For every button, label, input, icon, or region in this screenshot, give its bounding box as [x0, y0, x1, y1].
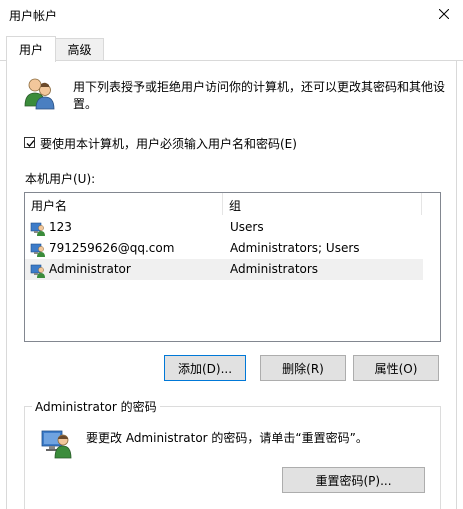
- window-title: 用户帐户: [9, 9, 58, 23]
- require-login-label[interactable]: 要使用本计算机，用户必须输入用户名和密码(E): [40, 135, 297, 152]
- tab-advanced[interactable]: 高级: [56, 38, 104, 60]
- password-groupbox: [24, 406, 441, 509]
- delete-user-button[interactable]: 删除(R): [260, 355, 346, 381]
- close-button[interactable]: [428, 2, 460, 26]
- column-divider[interactable]: [421, 193, 422, 215]
- password-group-title: Administrator 的密码: [32, 398, 160, 415]
- column-header-username[interactable]: 用户名: [31, 197, 67, 214]
- table-row[interactable]: 123 Users: [25, 217, 423, 238]
- local-users-label: 本机用户(U):: [25, 172, 96, 186]
- column-divider[interactable]: [222, 193, 223, 215]
- table-row[interactable]: 791259626@qq.com Administrators; Users: [25, 238, 423, 259]
- user-monitor-icon: [40, 425, 74, 459]
- require-login-checkbox[interactable]: [24, 137, 35, 148]
- user-icon: [30, 222, 45, 236]
- checkmark-icon: [26, 140, 35, 147]
- row-group: Administrators: [230, 262, 319, 276]
- users-icon: [22, 76, 56, 110]
- table-row-selected[interactable]: Administrator Administrators: [25, 259, 423, 280]
- title-bar: [0, 0, 463, 30]
- intro-description: 用下列表授予或拒绝用户访问你的计算机，还可以更改其密码和其他设置。: [73, 80, 446, 111]
- column-header-group[interactable]: 组: [229, 197, 241, 214]
- user-icon: [30, 264, 45, 278]
- local-users-list[interactable]: 用户名 组 123 Users 791259626@qq.com Adminis…: [24, 192, 441, 342]
- row-username: 123: [49, 220, 72, 234]
- reset-password-button[interactable]: 重置密码(P)...: [282, 467, 425, 493]
- list-header: 用户名 组: [25, 193, 440, 215]
- row-username: Administrator: [49, 262, 131, 276]
- user-icon: [30, 243, 45, 257]
- row-group: Users: [230, 220, 264, 234]
- add-user-button[interactable]: 添加(D)...: [164, 355, 246, 381]
- tab-users[interactable]: 用户: [6, 36, 56, 62]
- password-instruction: 要更改 Administrator 的密码，请单击“重置密码”。: [86, 431, 368, 445]
- row-username: 791259626@qq.com: [49, 241, 175, 255]
- properties-button[interactable]: 属性(O): [353, 355, 439, 381]
- row-group: Administrators; Users: [230, 241, 360, 255]
- close-icon: [439, 9, 449, 19]
